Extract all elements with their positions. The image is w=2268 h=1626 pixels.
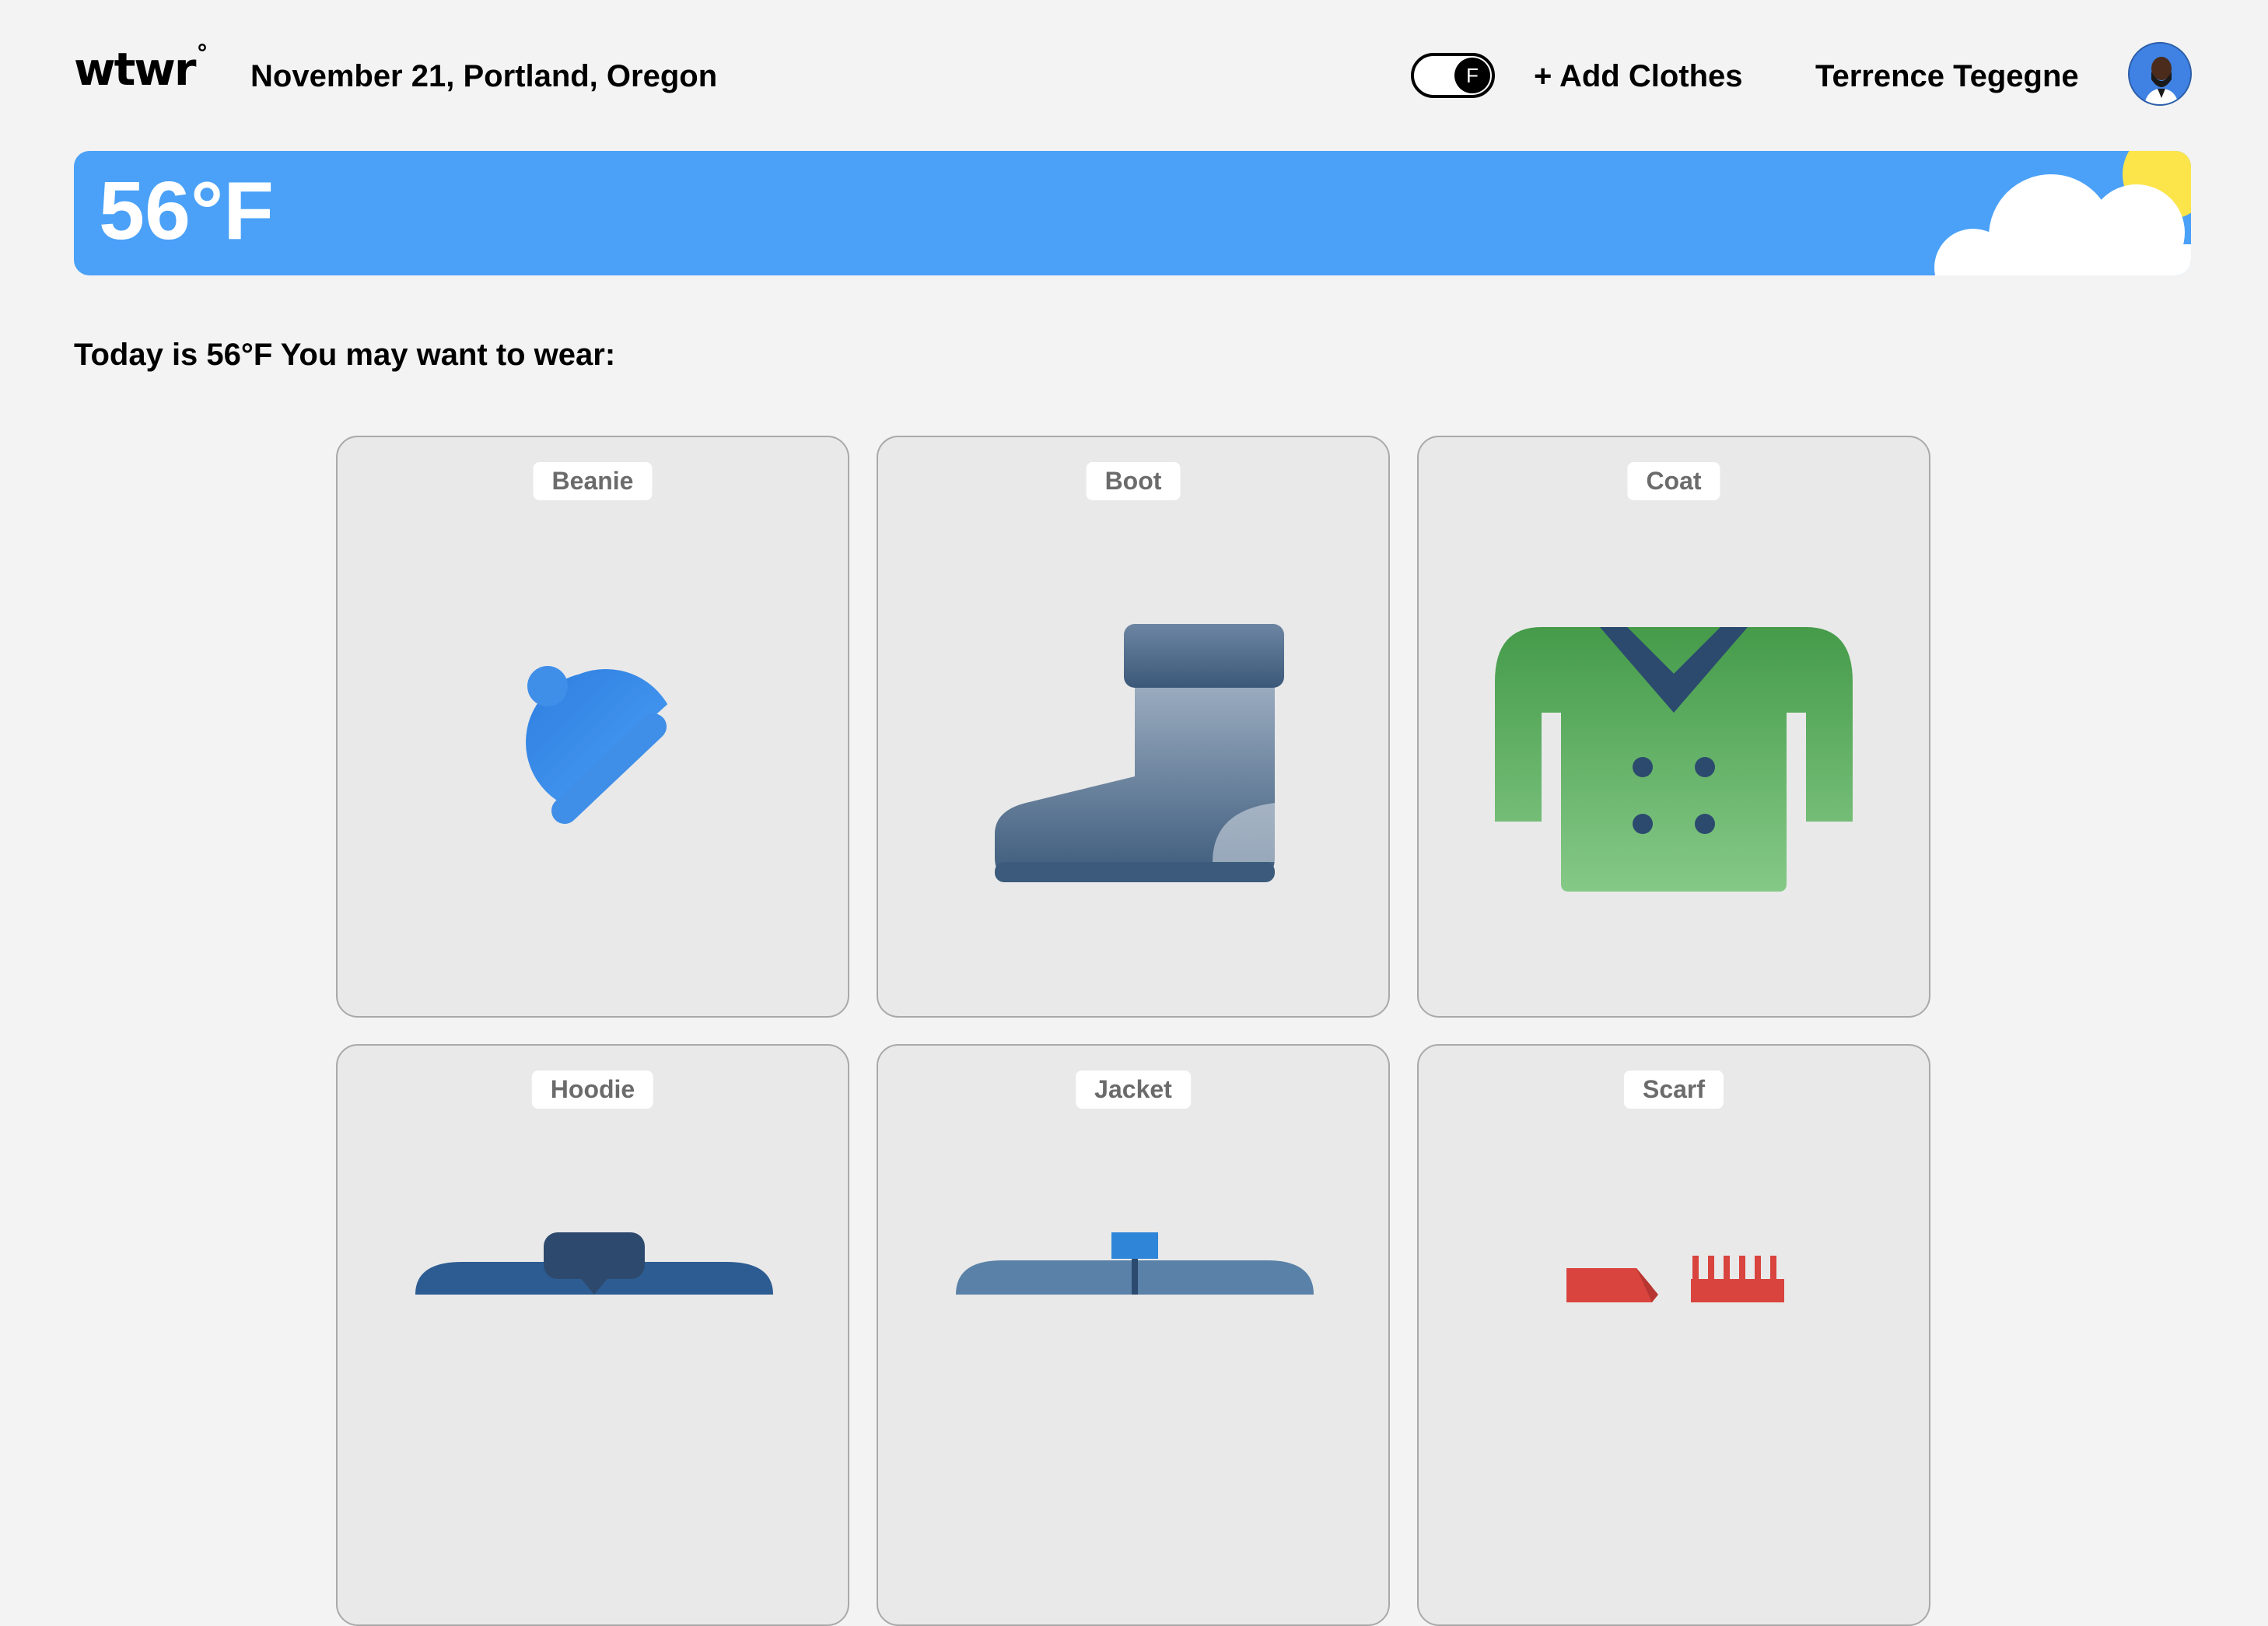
app-logo[interactable]: wtwr° <box>74 42 208 92</box>
card-label: Scarf <box>1623 1071 1724 1109</box>
card-label: Coat <box>1627 462 1720 500</box>
username: Terrence Tegegne <box>1815 59 2079 93</box>
avatar[interactable] <box>2128 42 2192 106</box>
clothing-card-coat[interactable]: Coat <box>1417 436 1930 1018</box>
toggle-knob: F <box>1454 58 1490 93</box>
boot-icon <box>995 624 1284 882</box>
date-location: November 21, Portland, Oregon <box>250 59 718 93</box>
beanie-icon <box>501 666 688 842</box>
coat-icon <box>1495 627 1853 892</box>
clothing-card-hoodie[interactable]: Hoodie <box>336 1044 849 1626</box>
clothing-card-beanie[interactable]: Beanie <box>336 436 849 1018</box>
user-avatar-icon <box>2130 44 2190 104</box>
add-clothes-button[interactable]: + Add Clothes <box>1534 59 1743 94</box>
sun-cloud-icon <box>1934 151 2191 275</box>
hoodie-icon <box>415 1232 773 1295</box>
temperature-unit-toggle[interactable]: F <box>1411 53 1495 98</box>
card-label: Hoodie <box>531 1071 654 1109</box>
clothing-card-jacket[interactable]: Jacket <box>877 1044 1390 1626</box>
header: wtwr° November 21, Portland, Oregon F + … <box>0 0 2268 148</box>
clothing-card-scarf[interactable]: Scarf <box>1417 1044 1930 1626</box>
scarf-icon <box>1566 1256 1784 1302</box>
jacket-icon <box>956 1232 1314 1295</box>
clothing-card-boot[interactable]: Boot <box>877 436 1390 1018</box>
recommendation-text: Today is 56°F You may want to wear: <box>74 338 616 372</box>
card-label: Beanie <box>533 462 653 500</box>
temperature-display: 56°F <box>99 165 275 257</box>
card-label: Jacket <box>1076 1071 1191 1109</box>
card-label: Boot <box>1086 462 1181 500</box>
weather-banner: 56°F <box>74 151 2191 275</box>
